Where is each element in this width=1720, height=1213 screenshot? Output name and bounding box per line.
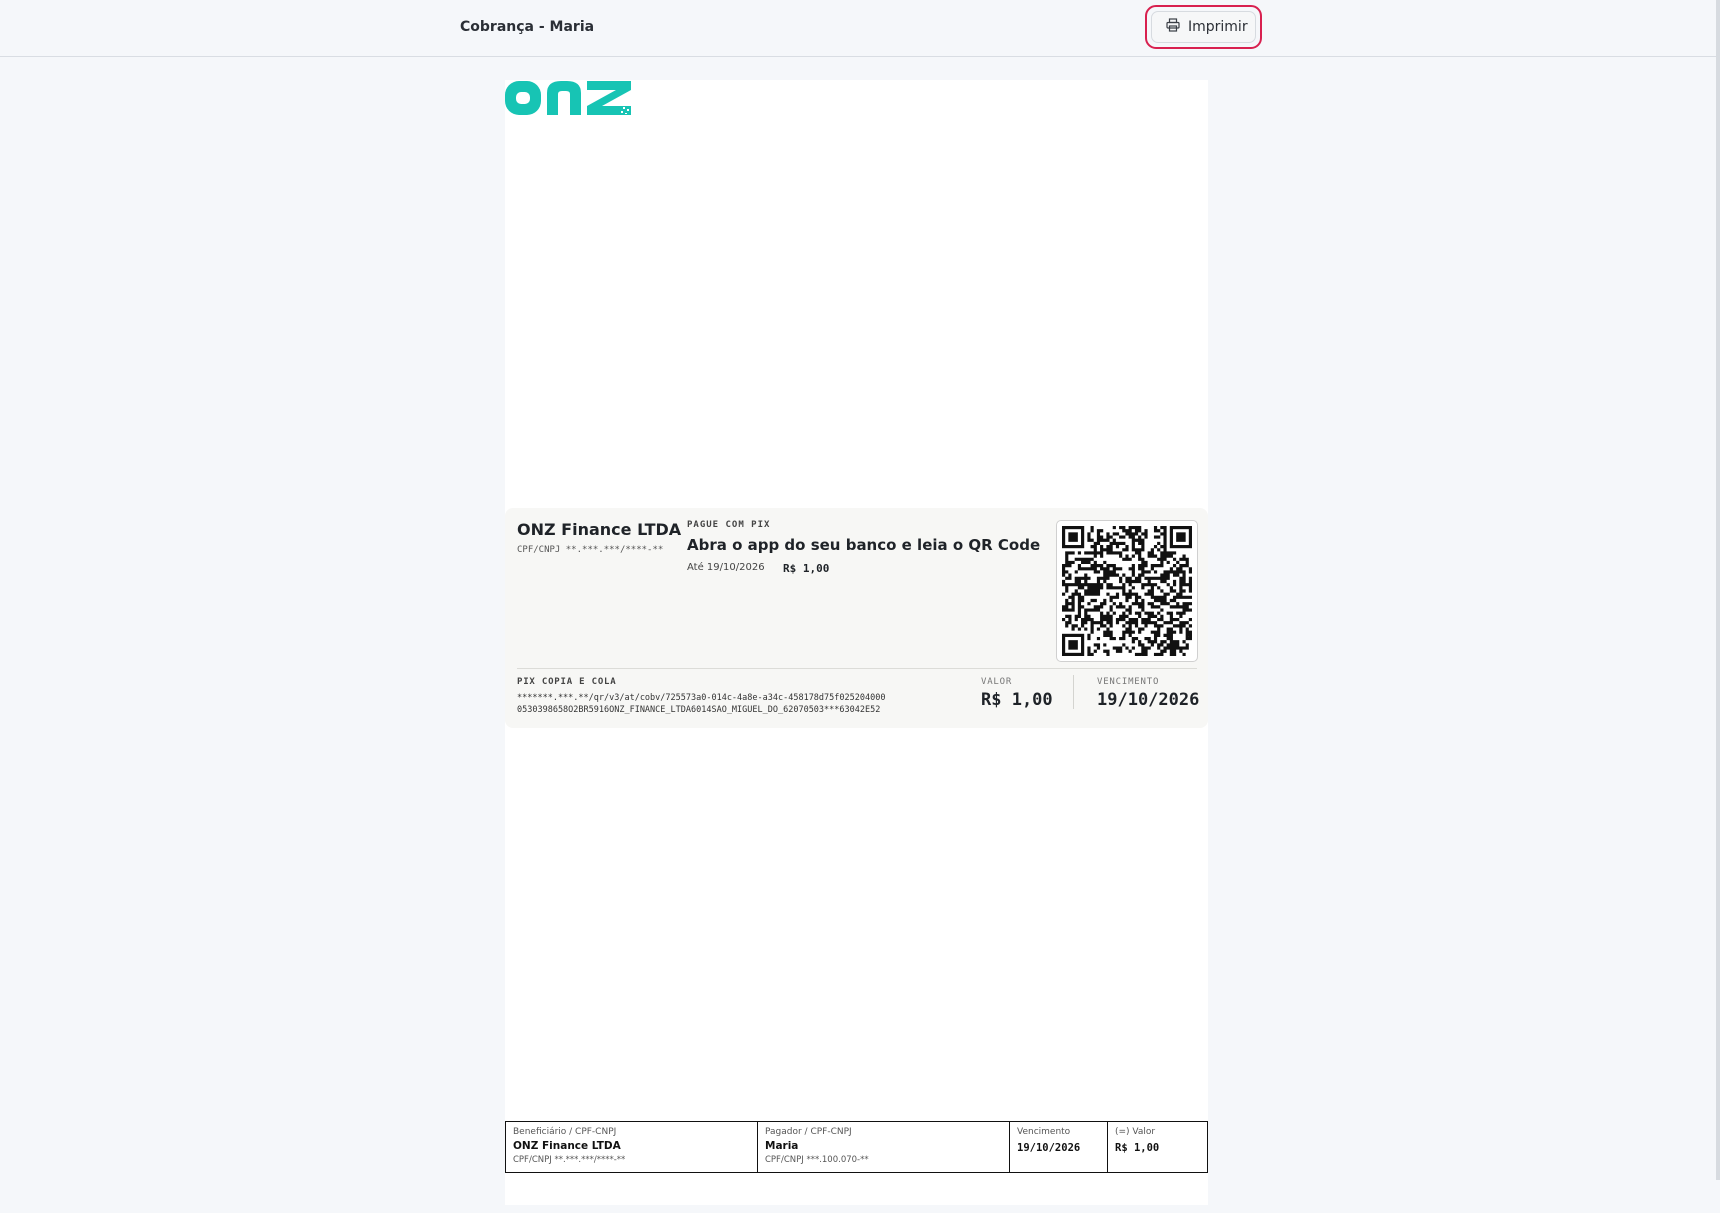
beneficiario-cell: Beneficiário / CPF-CNPJ ONZ Finance LTDA…	[506, 1122, 758, 1172]
beneficiario-document: CPF/CNPJ **.***.***/****-**	[513, 1155, 626, 1165]
onz-logo	[505, 80, 633, 120]
vencimento-value: 19/10/2026	[1097, 690, 1200, 710]
valor-label: VALOR	[981, 677, 1013, 687]
summary-table: Beneficiário / CPF-CNPJ ONZ Finance LTDA…	[505, 1121, 1208, 1173]
top-bar: Cobrança - Maria Imprimir	[0, 0, 1716, 57]
pix-copy-label: PIX COPIA E COLA	[517, 677, 617, 687]
pagador-cell: Pagador / CPF-CNPJ Maria CPF/CNPJ ***.10…	[758, 1122, 1010, 1172]
pix-instructions: Abra o app do seu banco e leia o QR Code	[687, 536, 1041, 554]
vencimento-value: 19/10/2026	[1017, 1142, 1081, 1154]
beneficiary-name: ONZ Finance LTDA	[517, 520, 682, 539]
pix-tag: PAGUE COM PIX	[687, 520, 771, 530]
valor-value: R$ 1,00	[1115, 1142, 1160, 1154]
beneficiary-document: CPF/CNPJ **.***.***/****-**	[517, 545, 664, 555]
vencimento-label: VENCIMENTO	[1097, 677, 1160, 687]
vencimento-cell: Vencimento 19/10/2026	[1010, 1122, 1108, 1172]
pagador-name: Maria	[765, 1140, 799, 1152]
page-title: Cobrança - Maria	[460, 19, 595, 35]
print-button-label: Imprimir	[1188, 19, 1248, 35]
divider	[1073, 675, 1074, 709]
qr-code	[1056, 520, 1198, 662]
vencimento-label: Vencimento	[1017, 1127, 1071, 1137]
pagador-document: CPF/CNPJ ***.100.070-**	[765, 1155, 869, 1165]
beneficiario-name: ONZ Finance LTDA	[513, 1140, 621, 1152]
divider	[517, 668, 1197, 669]
valor-label: (=) Valor	[1115, 1127, 1156, 1137]
print-button[interactable]: Imprimir	[1151, 11, 1256, 43]
pix-copy-code-line-1[interactable]: *******.***.**/qr/v3/at/cobv/725573a0-01…	[517, 693, 885, 703]
pix-copy-code-line-2[interactable]: 0530398658O2BR5916ONZ_FINANCE_LTDA6014SA…	[517, 705, 880, 715]
valor-cell: (=) Valor R$ 1,00	[1108, 1122, 1207, 1172]
pix-payment-section: ONZ Finance LTDA CPF/CNPJ **.***.***/***…	[505, 508, 1208, 728]
printer-icon	[1166, 18, 1180, 36]
scrollbar[interactable]	[1716, 0, 1720, 1180]
invoice-page: ONZ Finance LTDA CPF/CNPJ **.***.***/***…	[505, 80, 1208, 1205]
pix-amount: R$ 1,00	[783, 562, 830, 575]
pix-due-until: Até 19/10/2026	[687, 562, 765, 573]
beneficiario-label: Beneficiário / CPF-CNPJ	[513, 1127, 617, 1137]
pagador-label: Pagador / CPF-CNPJ	[765, 1127, 852, 1137]
valor-value: R$ 1,00	[981, 690, 1053, 710]
